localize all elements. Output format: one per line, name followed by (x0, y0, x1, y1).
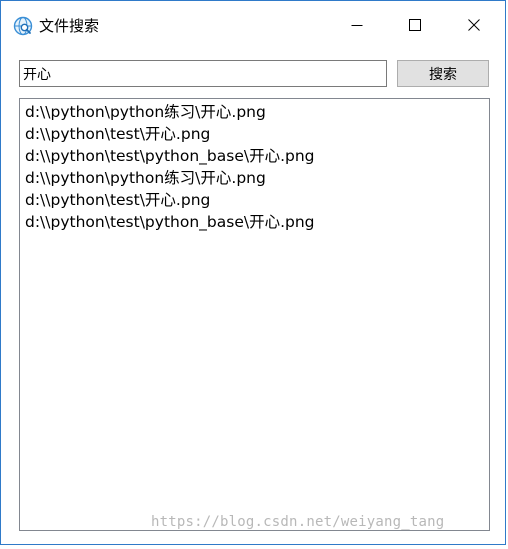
window-title: 文件搜索 (39, 17, 100, 35)
close-icon (468, 16, 480, 35)
list-item[interactable]: d:\\python\python练习\开心.png (25, 101, 489, 123)
search-input[interactable] (19, 60, 387, 87)
list-item[interactable]: d:\\python\test\开心.png (25, 123, 489, 145)
app-window: 文件搜索 搜索 d:\\python\python练习\开心.png d:\\p… (0, 0, 506, 545)
search-button[interactable]: 搜索 (397, 60, 489, 87)
maximize-icon (409, 16, 421, 35)
list-item[interactable]: d:\\python\test\python_base\开心.png (25, 211, 489, 233)
title-bar[interactable]: 文件搜索 (1, 1, 505, 45)
maximize-button[interactable] (395, 5, 435, 45)
list-item[interactable]: d:\\python\test\开心.png (25, 189, 489, 211)
close-button[interactable] (454, 5, 494, 45)
watermark: https://blog.csdn.net/weiyang_tang (151, 514, 445, 530)
globe-search-icon (13, 16, 33, 36)
list-item[interactable]: d:\\python\python练习\开心.png (25, 167, 489, 189)
minimize-button[interactable] (337, 5, 377, 45)
results-list[interactable]: d:\\python\python练习\开心.png d:\\python\te… (19, 98, 490, 531)
list-item[interactable]: d:\\python\test\python_base\开心.png (25, 145, 489, 167)
minimize-icon (351, 16, 363, 35)
